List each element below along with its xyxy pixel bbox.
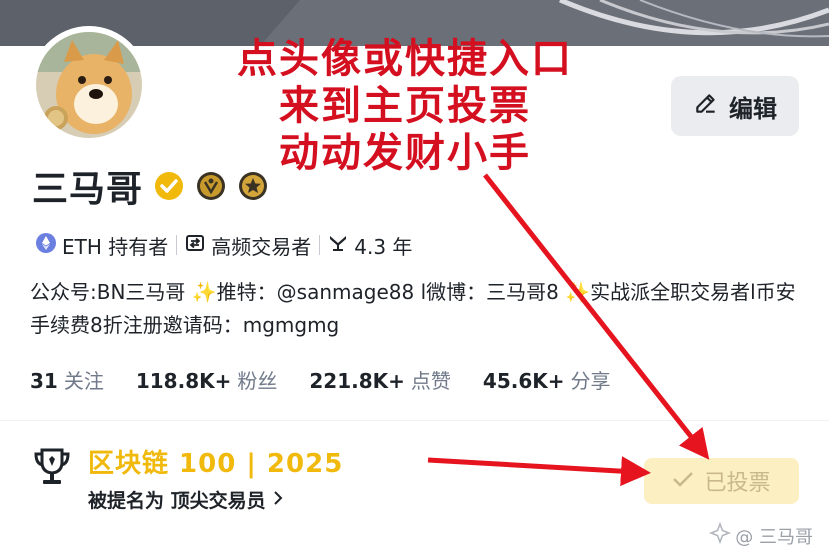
annotation-line: 来到主页投票 <box>279 83 531 129</box>
trade-swap-icon <box>185 233 205 258</box>
tag-label: ETH 持有者 <box>62 234 169 259</box>
arrow-to-vote-horizontal <box>427 456 651 487</box>
tenure-icon <box>328 233 348 258</box>
chevron-right-icon <box>272 489 284 511</box>
edit-profile-button[interactable]: 编辑 <box>671 76 799 136</box>
tag-divider <box>176 235 178 255</box>
watermark-logo-icon <box>709 521 732 549</box>
tag-label: 高频交易者 <box>211 234 312 259</box>
annotation-line: 动动发财小手 <box>279 130 531 176</box>
edit-label: 编辑 <box>729 94 777 123</box>
watermark: @ 三马哥 <box>709 521 813 549</box>
stat-likes: 221.8K+ 点赞 <box>309 365 451 394</box>
profile-stats: 31 关注 118.8K+ 粉丝 221.8K+ 点赞 45.6K+ 分享 <box>30 362 611 396</box>
stat-shares: 45.6K+ 分享 <box>483 365 611 394</box>
award-nomination[interactable]: 区块链 100 | 2025 被提名为 顶尖交易员 <box>32 446 343 513</box>
voted-label: 已投票 <box>704 471 771 496</box>
stat-number: 221.8K+ <box>309 368 405 393</box>
award-subtitle[interactable]: 被提名为 顶尖交易员 <box>88 486 343 513</box>
tag-eth-holder: ETH 持有者 <box>36 231 168 260</box>
profile-name: 三马哥 <box>32 169 144 210</box>
annotation-line: 点头像或快捷入口 <box>237 36 573 82</box>
tag-tenure: 4.3 年 <box>328 231 412 260</box>
avatar[interactable] <box>30 26 148 144</box>
watermark-text: @ 三马哥 <box>735 526 813 548</box>
stat-label: 点赞 <box>410 368 451 393</box>
tag-label: 4.3 年 <box>354 234 413 259</box>
section-divider <box>0 420 829 421</box>
stat-followers[interactable]: 118.8K+ 粉丝 <box>136 365 278 394</box>
verified-badge-icon[interactable] <box>153 170 185 202</box>
annotation-text: 点头像或快捷入口 来到主页投票 动动发财小手 <box>205 36 605 177</box>
check-icon <box>672 469 694 494</box>
profile-bio: 公众号:BN三马哥 ✨推特：@sanmage88 l微博：三马哥8 ✨实战派全职… <box>30 280 796 337</box>
award-title: 区块链 100 | 2025 <box>88 449 344 479</box>
avatar-image <box>36 32 142 138</box>
stat-label: 关注 <box>63 368 104 393</box>
tag-frequent-trader: 高频交易者 <box>185 231 311 260</box>
pencil-icon <box>693 90 719 122</box>
tag-divider <box>319 235 321 255</box>
ethereum-icon <box>36 232 56 258</box>
stat-following[interactable]: 31 关注 <box>30 365 104 394</box>
stat-number: 118.8K+ <box>135 368 232 393</box>
stat-number: 31 <box>30 368 58 393</box>
trader-tags: ETH 持有者 高频交易者 4.3 年 <box>36 228 412 262</box>
award-subtitle-text: 被提名为 顶尖交易员 <box>88 490 266 512</box>
trophy-icon <box>32 446 72 494</box>
stat-number: 45.6K+ <box>482 368 565 393</box>
voted-button[interactable]: 已投票 <box>644 458 799 504</box>
stat-label: 分享 <box>570 368 611 393</box>
stat-label: 粉丝 <box>237 368 278 393</box>
